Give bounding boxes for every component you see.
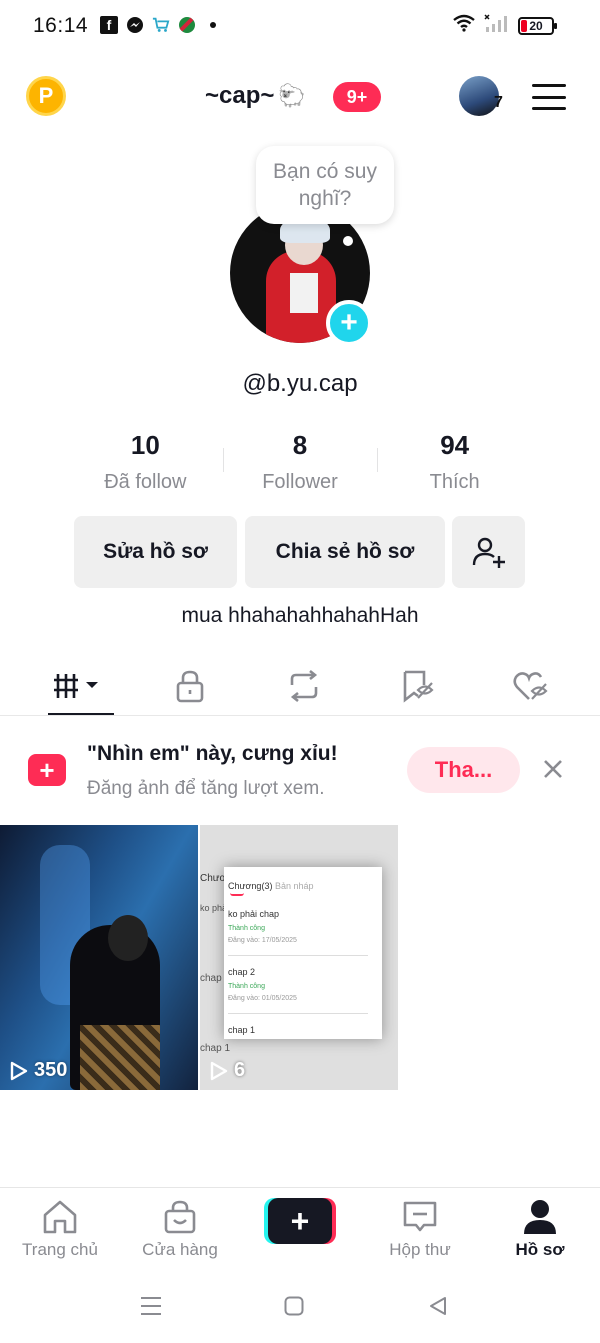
recent-apps-icon[interactable] (140, 1296, 162, 1316)
nav-shop[interactable]: Cửa hàng (120, 1198, 240, 1260)
thought-bubble[interactable]: Bạn có suy nghĩ? (256, 146, 394, 224)
tab-private[interactable] (134, 656, 248, 716)
profile-tabs (20, 656, 588, 716)
home-button-icon[interactable] (284, 1296, 304, 1316)
facebook-icon: f (100, 16, 118, 34)
bottom-nav: Trang chủ Cửa hàng + Hộp thư Hồ sơ (0, 1187, 600, 1269)
repost-icon (290, 669, 318, 703)
status-bar: 16:14 f 20 (0, 0, 600, 54)
system-nav (0, 1290, 600, 1322)
video-views-1: 350 (10, 1059, 67, 1082)
battery-icon: 20 (518, 16, 557, 35)
edit-profile-button[interactable]: Sửa hồ sơ (74, 516, 237, 588)
stat-likes[interactable]: 94 Thích (377, 430, 532, 500)
inbox-icon (403, 1201, 437, 1232)
nav-profile-label: Hồ sơ (515, 1240, 565, 1259)
video-views-count: 350 (34, 1059, 68, 1081)
game-icon (178, 16, 196, 34)
tabs-divider (0, 715, 600, 716)
video-thumbnail-2[interactable]: Chươ ko phả chap chap 1 Chương(3) Bản nh… (200, 825, 398, 1090)
chapter-item-2: chap 2 (228, 967, 256, 977)
plus-icon: + (268, 1198, 332, 1244)
lock-icon (177, 670, 204, 703)
video-thumbnail-1[interactable]: 350 (0, 825, 198, 1090)
profile-icon (524, 1200, 556, 1234)
chapter-item-3: chap 1 (228, 1025, 256, 1035)
tab-reposts[interactable] (247, 656, 361, 716)
create-button[interactable]: + (264, 1198, 336, 1244)
chapter-item-2-date: Đăng vào: 01/05/2025 (228, 995, 297, 1002)
nav-home-label: Trang chủ (22, 1240, 98, 1259)
nav-inbox-label: Hộp thư (389, 1240, 451, 1259)
coin-icon[interactable]: P (26, 76, 66, 116)
chapter-item-2-status: Thành công (228, 983, 265, 990)
nav-shop-label: Cửa hàng (142, 1240, 218, 1259)
coin-label: P (38, 83, 54, 108)
screenshot-card: Chương(3) Bản nháp ko phải chap Thành cô… (224, 867, 382, 1039)
photo-promo-banner: + "Nhìn em" này, cưng xỉu! Đăng ảnh để t… (0, 730, 600, 810)
video-views-count: 6 (234, 1059, 246, 1081)
stat-likes-label: Thích (429, 471, 480, 493)
stat-followers-value: 8 (292, 430, 308, 460)
share-profile-button[interactable]: Chia sẻ hồ sơ (245, 516, 445, 588)
grid-icon (53, 674, 98, 698)
play-icon (210, 1061, 228, 1080)
play-icon (10, 1061, 28, 1080)
tab-saved[interactable] (361, 656, 475, 716)
battery-level: 20 (529, 18, 543, 33)
status-time: 16:14 (33, 14, 89, 37)
add-friend-button[interactable] (452, 516, 525, 588)
video-views-2: 6 (210, 1059, 245, 1082)
stat-likes-value: 94 (440, 430, 470, 460)
chapter-item-1: ko phải chap (228, 909, 280, 919)
profile-handle: @b.yu.cap (242, 370, 358, 397)
close-icon[interactable] (540, 756, 566, 782)
profile-title[interactable]: ~cap~ 🐑 (205, 82, 306, 110)
tab-videos[interactable] (20, 656, 134, 716)
profile-bio: mua hhahahahhahahHah (181, 604, 419, 627)
home-icon (43, 1200, 77, 1234)
chapter-header: Chương(3) (228, 881, 273, 891)
wifi-icon (452, 14, 476, 37)
promo-title: "Nhìn em" này, cưng xỉu! (87, 742, 338, 765)
add-story-button[interactable]: + (326, 300, 372, 346)
chapter-item-1-date: Đăng vào: 17/05/2025 (228, 937, 297, 944)
profile-stats: 10 Đã follow 8 Follower 94 Thích (68, 430, 532, 500)
shopping-bag-icon (164, 1200, 196, 1234)
bubble-dot (343, 236, 353, 246)
status-icons-left: f (100, 16, 216, 34)
following-avatar[interactable] (459, 76, 499, 116)
back-icon[interactable] (428, 1296, 448, 1316)
promo-action-button[interactable]: Tha... (407, 747, 520, 793)
stat-following-label: Đã follow (104, 471, 187, 493)
profile-title-text: ~cap~ (205, 82, 275, 109)
stat-followers-label: Follower (262, 471, 338, 493)
menu-icon[interactable] (532, 84, 566, 110)
notification-badge[interactable]: 9+ (333, 82, 381, 112)
add-photo-icon: + (28, 754, 66, 786)
bookmark-icon (403, 670, 434, 703)
nav-home[interactable]: Trang chủ (0, 1198, 120, 1260)
following-count: 7 (494, 94, 503, 111)
stat-following-value: 10 (130, 430, 160, 460)
sheep-emoji-icon: 🐑 (278, 83, 306, 108)
dot-icon (210, 22, 216, 28)
add-user-icon (472, 537, 505, 568)
status-icons-right: 20 (452, 14, 557, 37)
stat-followers[interactable]: 8 Follower (222, 430, 378, 500)
shopping-cart-icon (152, 16, 170, 34)
signal-icon (484, 14, 510, 37)
profile-header: P ~cap~ 🐑 9+ 7 (0, 66, 600, 130)
heart-icon (513, 672, 548, 700)
tab-liked[interactable] (474, 656, 588, 716)
stat-following[interactable]: 10 Đã follow (68, 430, 223, 500)
nav-inbox[interactable]: Hộp thư (360, 1198, 480, 1260)
messenger-icon (126, 16, 144, 34)
draft-label: Bản nháp (274, 881, 314, 891)
nav-profile[interactable]: Hồ sơ (480, 1198, 600, 1260)
promo-subtitle: Đăng ảnh để tăng lượt xem. (87, 778, 325, 799)
chapter-item-1-status: Thành công (228, 925, 265, 932)
